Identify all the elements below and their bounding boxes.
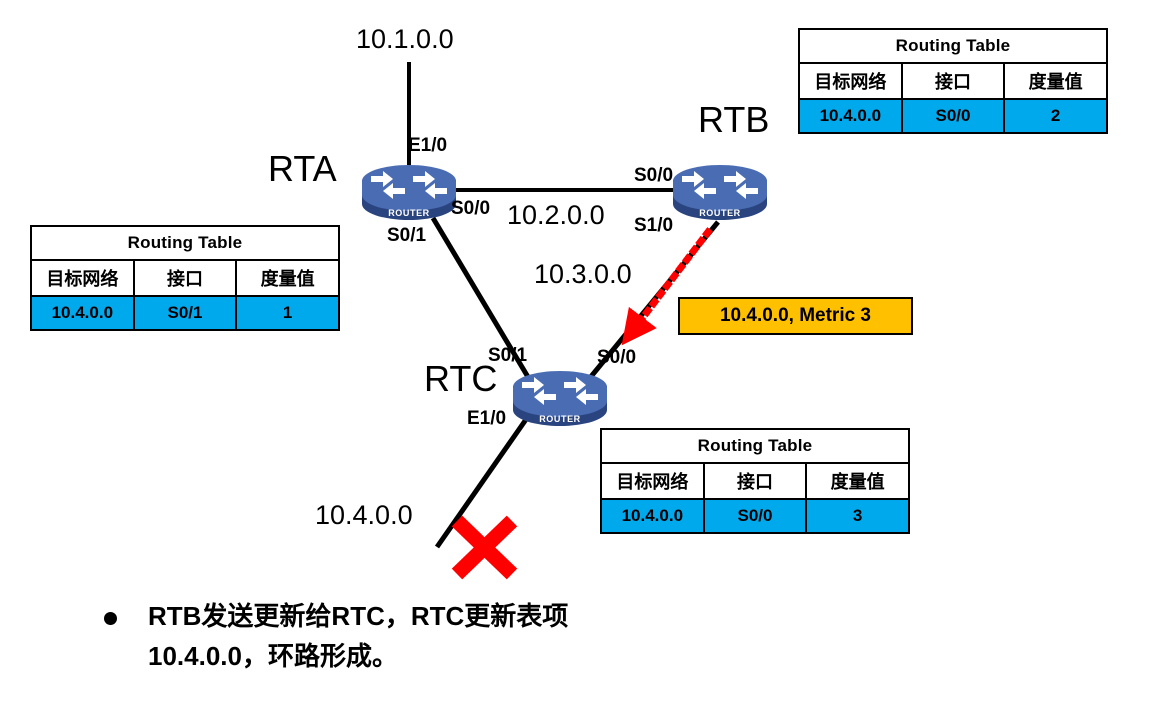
interface-label-rtc-e1-0: E1/0 [467,408,507,429]
route-update-callout-text: 10.4.0.0, Metric 3 [719,305,872,326]
cell-interface: S0/0 [702,498,808,534]
routing-table-title: Routing Table [798,28,1108,64]
router-label-rta: RTA [268,148,337,189]
table-row: 10.4.0.0 S0/1 1 [30,295,340,331]
column-header-network: 目标网络 [798,62,903,100]
bullet-line-2: 10.4.0.0，环路形成。 [148,641,398,671]
column-header-metric: 度量值 [1003,62,1108,100]
broken-link-x-icon [451,515,518,580]
column-header-metric: 度量值 [235,259,340,297]
route-update-callout: 10.4.0.0, Metric 3 [678,297,913,335]
routing-table-title: Routing Table [600,428,910,464]
column-header-network: 目标网络 [30,259,135,297]
router-icon-caption: ROUTER [539,414,581,424]
cell-interface: S0/1 [132,295,238,331]
router-rtb-icon[interactable]: ROUTER [672,160,768,222]
table-title-row: Routing Table [30,225,340,261]
slide-bullet-list: RTB发送更新给RTC，RTC更新表项 10.4.0.0，环路形成。 [104,596,924,676]
slide-canvas: ROUTER ROUTER ROUTER RTA RTB RTC 10.1.0.… [0,0,1154,720]
network-label-10-3-0-0: 10.3.0.0 [534,259,632,289]
cell-network: 10.4.0.0 [600,498,705,534]
cell-network: 10.4.0.0 [798,98,903,134]
router-label-rtc: RTC [424,358,498,399]
table-header-row: 目标网络 接口 度量值 [600,462,910,500]
table-header-row: 目标网络 接口 度量值 [798,62,1108,100]
cell-metric: 1 [235,295,340,331]
cell-interface: S0/0 [900,98,1006,134]
interface-label-rtb-s1-0: S1/0 [634,215,674,236]
interface-label-rtb-s0-0: S0/0 [634,165,674,186]
table-row: 10.4.0.0 S0/0 2 [798,98,1108,134]
column-header-interface: 接口 [702,462,808,500]
interface-label-rta-s0-0: S0/0 [451,198,491,219]
table-title-row: Routing Table [600,428,910,464]
routing-table-rtb: Routing Table 目标网络 接口 度量值 10.4.0.0 S0/0 … [798,28,1108,134]
column-header-network: 目标网络 [600,462,705,500]
bullet-dot-icon [104,612,117,625]
router-icon-caption: ROUTER [388,208,430,218]
column-header-metric: 度量值 [805,462,910,500]
router-rta-icon[interactable]: ROUTER [361,160,457,222]
table-header-row: 目标网络 接口 度量值 [30,259,340,297]
router-icon-caption: ROUTER [699,208,741,218]
routing-table-rta: Routing Table 目标网络 接口 度量值 10.4.0.0 S0/1 … [30,225,340,331]
interface-label-rtc-s0-1: S0/1 [488,345,528,366]
routing-table-rtc: Routing Table 目标网络 接口 度量值 10.4.0.0 S0/0 … [600,428,910,534]
bullet-text: RTB发送更新给RTC，RTC更新表项 10.4.0.0，环路形成。 [148,596,924,676]
network-label-10-4-0-0: 10.4.0.0 [315,500,413,530]
interface-label-rta-s0-1: S0/1 [387,225,427,246]
column-header-interface: 接口 [900,62,1006,100]
cell-network: 10.4.0.0 [30,295,135,331]
table-title-row: Routing Table [798,28,1108,64]
routing-table-title: Routing Table [30,225,340,261]
router-rtc-icon[interactable]: ROUTER [512,366,608,428]
interface-label-rta-e1-0: E1/0 [408,135,448,156]
interface-label-rtc-s0-0: S0/0 [597,347,637,368]
column-header-interface: 接口 [132,259,238,297]
network-label-10-1-0-0: 10.1.0.0 [356,24,454,54]
router-label-rtb: RTB [698,99,770,140]
table-row: 10.4.0.0 S0/0 3 [600,498,910,534]
cell-metric: 3 [805,498,910,534]
bullet-line-1: RTB发送更新给RTC，RTC更新表项 [148,601,569,631]
cell-metric: 2 [1003,98,1108,134]
network-label-10-2-0-0: 10.2.0.0 [507,200,605,230]
